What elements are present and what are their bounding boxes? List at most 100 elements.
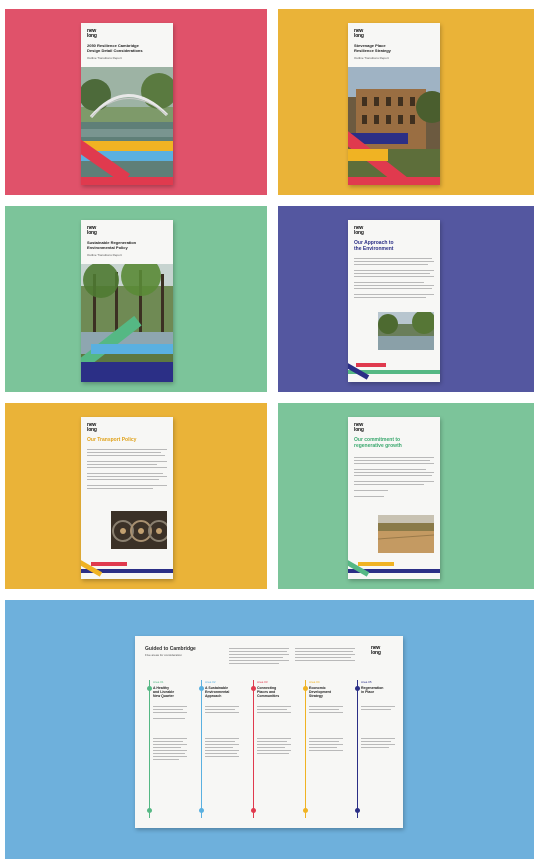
intro-text (295, 657, 351, 658)
column-2: Area 02 A Sustainable Environmental Appr… (199, 680, 245, 822)
body-text (87, 464, 157, 465)
body-text (354, 496, 384, 497)
document-title: Sustainable Regeneration Environmental P… (87, 240, 137, 250)
column-text (257, 741, 287, 742)
decorative-stripe (358, 562, 394, 566)
body-text (354, 273, 430, 274)
column-text (257, 750, 291, 751)
timeline-dot (147, 808, 152, 813)
column-text (153, 738, 187, 739)
footer-bar (81, 177, 173, 185)
column-text (257, 747, 285, 748)
column-text (361, 741, 391, 742)
timeline-dot (355, 808, 360, 813)
body-text (354, 472, 434, 473)
column-1: Area 01 A Healthy and Liveable New Quart… (147, 680, 193, 822)
page-photo-farmland (378, 515, 434, 553)
body-text (354, 270, 434, 271)
document-cover-2: new long Stevenage Place Resilience Stra… (348, 23, 440, 185)
document-cover-1: new long 2050 Resilience Cambridge Desig… (81, 23, 173, 185)
page-heading: Our Transport Policy (87, 437, 137, 443)
timeline-dot (251, 808, 256, 813)
body-text (354, 288, 432, 289)
document-cover-3: new long Sustainable Regeneration Enviro… (81, 220, 173, 382)
column-text (153, 709, 183, 710)
timeline-dot (303, 808, 308, 813)
panel-green-2: new long Our commitment to regenerative … (278, 403, 534, 589)
body-text (87, 455, 165, 456)
column-text (257, 706, 291, 707)
body-text (87, 467, 167, 468)
body-text (354, 481, 434, 482)
body-text (87, 461, 167, 462)
body-text (354, 469, 426, 470)
page-heading: Our commitment to regenerative growth (354, 437, 402, 449)
column-title: A Sustainable Environmental Approach (205, 686, 230, 698)
body-text (354, 490, 388, 491)
intro-text (295, 660, 355, 661)
column-text (361, 747, 389, 748)
decorative-stripe (91, 562, 127, 566)
body-text (87, 479, 159, 480)
brand-logo: new long (354, 28, 364, 39)
column-text (153, 747, 181, 748)
column-text (205, 744, 239, 745)
timeline-dot (199, 808, 204, 813)
column-text (153, 756, 187, 757)
column-text (205, 706, 239, 707)
panel-navy: new long Our Approach to the Environment (278, 206, 534, 392)
brand-logo: new long (87, 225, 97, 236)
column-label: Area 02 (205, 680, 216, 684)
column-text (153, 759, 179, 760)
decorative-stripe (81, 362, 173, 382)
column-text (153, 712, 187, 713)
column-3: Area 03 Connecting Places and Communitie… (251, 680, 297, 822)
column-text (205, 712, 239, 713)
column-text (205, 747, 233, 748)
column-text (309, 712, 343, 713)
intro-text (229, 660, 289, 661)
intro-text (229, 651, 287, 652)
timeline-dot (355, 686, 360, 691)
column-text (257, 744, 291, 745)
column-text (309, 750, 343, 751)
column-text (153, 744, 187, 745)
timeline-line (305, 680, 306, 818)
column-text (257, 709, 287, 710)
column-title: Connecting Places and Communities (257, 686, 280, 698)
intro-text (295, 648, 355, 649)
body-text (87, 449, 167, 450)
column-text (309, 744, 343, 745)
column-text (309, 747, 337, 748)
column-text (205, 756, 239, 757)
column-text (309, 738, 343, 739)
column-text (153, 753, 185, 754)
panel-green: new long Sustainable Regeneration Enviro… (5, 206, 267, 392)
column-label: Area 05 (361, 680, 372, 684)
intro-text (229, 654, 289, 655)
timeline-dot (199, 686, 204, 691)
column-text (361, 706, 395, 707)
intro-text (295, 654, 355, 655)
brand-logo: new long (354, 225, 364, 236)
timeline-dot (303, 686, 308, 691)
decorative-stripe (348, 557, 370, 577)
column-title: Economic Development Strategy (309, 686, 331, 698)
document-page-5: new long Our Transport Policy (81, 417, 173, 579)
body-text (87, 488, 153, 489)
body-text (354, 258, 432, 259)
body-text (87, 452, 161, 453)
timeline-line (253, 680, 254, 818)
column-text (205, 709, 235, 710)
document-subtitle: Outline Transitions Report (87, 253, 122, 257)
document-subtitle: Outline Transitions Report (354, 56, 389, 60)
timeline-dot (147, 686, 152, 691)
body-text (87, 485, 167, 486)
decorative-stripe (91, 344, 173, 354)
poster-document: Guided to Cambridge Five areas for consi… (135, 636, 403, 828)
body-text (354, 264, 428, 265)
body-text (354, 457, 434, 458)
intro-text (229, 648, 289, 649)
body-text (354, 460, 430, 461)
page-heading: Our Approach to the Environment (354, 240, 394, 252)
